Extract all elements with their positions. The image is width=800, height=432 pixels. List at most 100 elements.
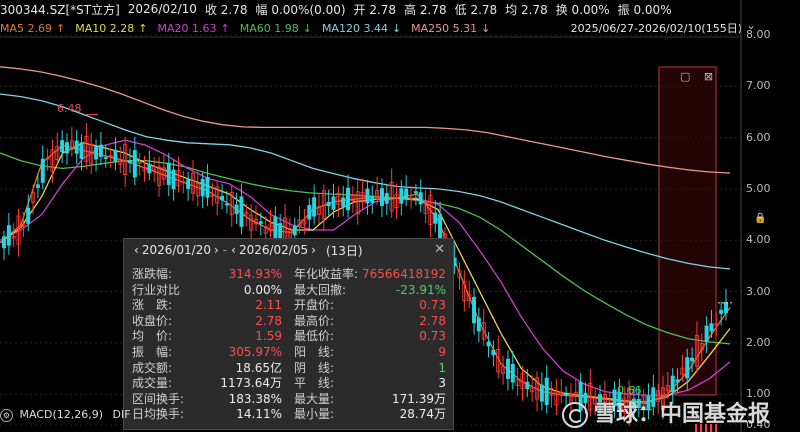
candle-body [307, 205, 312, 220]
candle-body [476, 317, 481, 332]
stats-value: 314.93% [228, 267, 282, 281]
candle-body [186, 179, 191, 190]
interval-highlight[interactable] [658, 66, 717, 396]
stats-row: 开盘价: 0.73 [294, 298, 446, 313]
candle-body [404, 188, 409, 199]
candle-body [685, 357, 690, 379]
stats-label: 最低价: [294, 329, 335, 344]
candle-body [60, 140, 65, 153]
candle-body [40, 158, 45, 183]
prev-start-icon[interactable]: ‹ [134, 243, 139, 257]
stats-days: (13日) [325, 243, 363, 258]
stats-value: 171.39万 [392, 391, 446, 406]
candle-body [525, 381, 530, 390]
next-end-icon[interactable]: › [311, 243, 316, 257]
stats-row: 最大量: 171.39万 [294, 392, 446, 407]
stats-row: 收盘价: 2.78 [132, 314, 282, 329]
stats-label: 成交量: [132, 376, 173, 391]
stats-row: 最高价: 2.78 [294, 314, 446, 329]
stats-value: 1.59 [255, 329, 282, 344]
macd-indicator[interactable]: ⚙ MACD(12,26,9) DIF [0, 408, 131, 422]
price-tick-label: 4.00 [746, 233, 771, 247]
candle-body [544, 377, 549, 405]
candle-body [147, 163, 152, 174]
interval-stats-panel: ‹ 2026/01/20 › - ‹ 2026/02/05 › (13日) ✕ … [123, 238, 454, 430]
stats-value: 183.38% [228, 391, 282, 406]
stats-label: 最大回撤: [294, 282, 347, 297]
candle-body [224, 203, 229, 206]
stats-row: 区间换手: 183.38% [132, 392, 282, 407]
macd-label: MACD(12,26,9) [19, 408, 104, 421]
stats-row: 最大回撤: -23.91% [294, 283, 446, 298]
candle-body [384, 193, 389, 204]
stats-value: 28.74万 [399, 407, 446, 422]
stats-row: 年化收益率: 76566418192 [294, 267, 446, 282]
candle-body [719, 309, 724, 314]
candle-body [94, 146, 99, 160]
candle-body [472, 296, 477, 324]
watermark-text: 雪球：中国基金报 [594, 402, 771, 427]
stats-row: 最小量: 28.74万 [294, 407, 446, 422]
candle-body [2, 236, 7, 249]
candle-body [486, 341, 491, 347]
lock-icon[interactable]: 🔒 [754, 213, 766, 224]
stats-label: 涨跌幅: [132, 267, 173, 281]
next-start-icon[interactable]: › [214, 243, 219, 257]
candle-body [103, 157, 108, 159]
price-tick-label: 2.00 [746, 335, 771, 349]
prev-end-icon[interactable]: ‹ [231, 243, 236, 257]
stats-label: 阳 线: [294, 345, 335, 359]
stats-value: 0.00% [243, 282, 282, 297]
stats-row: 振 幅: 305.97% [132, 345, 282, 360]
candle-body [326, 201, 331, 207]
price-axis: 8.00 7.00 6.00 5.00 4.00 3.00 2.00 1.00 0.40 🔒 [742, 0, 800, 432]
candle-body [331, 196, 336, 210]
candle-body [724, 301, 729, 314]
stats-label: 区间换手: [132, 391, 185, 406]
candle-body [220, 195, 225, 201]
price-tick-label: 8.00 [746, 28, 771, 41]
price-tick-label: 6.00 [746, 130, 771, 144]
stats-value: 2.11 [255, 298, 282, 313]
stats-label: 均 价: [132, 329, 173, 344]
candle-body [292, 225, 297, 236]
stats-label: 开盘价: [294, 298, 335, 313]
candle-body [709, 323, 714, 332]
stats-row: 阳 线: 9 [294, 345, 446, 360]
maximize-icon[interactable]: ▢ [680, 70, 690, 83]
close-box-icon[interactable]: ⊠ [704, 70, 713, 83]
candle-body [341, 197, 346, 207]
stats-end-date: 2026/02/05 [238, 243, 309, 257]
candle-body [370, 195, 375, 203]
candle-body [418, 192, 423, 205]
candle-body [64, 142, 69, 154]
candle-body [510, 364, 515, 383]
stats-row: 成交量: 1173.64万 [132, 376, 282, 391]
candle-body [690, 357, 695, 362]
settings-icon[interactable]: ⚙ [0, 409, 13, 422]
stats-row: 均 价: 1.59 [132, 329, 282, 344]
stats-value: 1173.64万 [220, 376, 282, 391]
stats-label: 最高价: [294, 313, 335, 328]
close-icon[interactable]: ✕ [434, 242, 445, 257]
candle-body [239, 196, 244, 227]
candle-body [98, 144, 103, 157]
stats-value: -23.91% [395, 282, 446, 297]
stats-label: 成交额: [132, 360, 173, 375]
candle-body [365, 188, 370, 204]
stats-label: 日均换手: [132, 407, 185, 422]
stats-value: 18.65亿 [235, 360, 282, 375]
candle-body [346, 187, 351, 211]
candle-body [113, 149, 118, 162]
stats-row: 成交额: 18.65亿 [132, 361, 282, 376]
price-tick-label: 3.00 [746, 284, 771, 298]
candle-body [438, 214, 443, 239]
stats-value: 0.73 [419, 329, 446, 344]
candle-body [79, 142, 84, 159]
candle-body [379, 188, 384, 206]
stats-value: 76566418192 [362, 267, 446, 281]
candle-body [26, 207, 31, 224]
stats-label: 振 幅: [132, 345, 173, 359]
stats-row: 涨 跌: 2.11 [132, 298, 282, 313]
candle-body [258, 221, 263, 224]
